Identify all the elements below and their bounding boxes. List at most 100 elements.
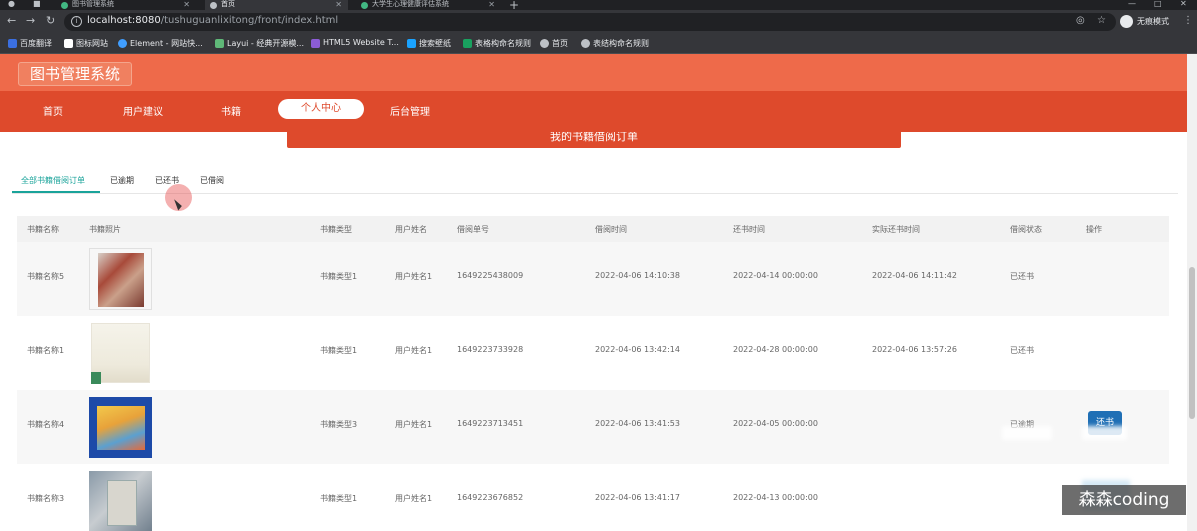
maximize-icon[interactable]: □ — [1154, 0, 1162, 8]
tab-all-orders[interactable]: 全部书籍借阅订单 — [21, 175, 85, 186]
globe-icon — [210, 2, 217, 9]
wallpaper-icon — [407, 39, 416, 48]
address-bar[interactable]: i localhost:8080/tushuguanlixitong/front… — [64, 13, 1116, 31]
cover-illustration — [97, 406, 145, 450]
nav-item-books[interactable]: 书籍 — [221, 103, 241, 118]
table-row[interactable]: 书籍名称3 书籍类型1 用户姓名1 1649223676852 2022-04-… — [17, 464, 1169, 531]
close-icon[interactable]: ✕ — [335, 0, 342, 9]
close-icon[interactable]: ✕ — [488, 0, 495, 9]
nav-item-admin[interactable]: 后台管理 — [390, 103, 430, 118]
url-host: localhost:8080 — [87, 15, 161, 26]
browser-tab-1[interactable]: 图书管理系统 ✕ — [56, 0, 196, 10]
table-row[interactable]: 书籍名称1 书籍类型1 用户姓名1 1649223733928 2022-04-… — [17, 316, 1169, 390]
column-header: 书籍类型 — [320, 225, 352, 234]
cell-borrow-time: 2022-04-06 13:42:14 — [595, 345, 680, 354]
cell-book-name: 书籍名称5 — [27, 272, 65, 281]
browser-tab-2-label: 首页 — [221, 0, 235, 8]
bookmark-label: 首页 — [552, 39, 568, 48]
main-nav: 首页 用户建议 书籍 个人中心 后台管理 — [0, 91, 1197, 132]
book-cover-image — [89, 396, 152, 458]
browser-tab-2[interactable]: 首页 ✕ — [205, 0, 348, 10]
vue-icon — [61, 2, 68, 9]
table-row[interactable]: 书籍名称5 书籍类型1 用户姓名1 1649225438009 2022-04-… — [17, 242, 1169, 316]
cell-user-name: 用户姓名1 — [395, 346, 433, 355]
table-header: 书籍名称 书籍照片 书籍类型 用户姓名 借阅单号 借阅时间 还书时间 实际还书时… — [17, 216, 1169, 242]
bookmark-item[interactable]: 图标网站 — [64, 38, 108, 49]
cell-borrow-time: 2022-04-06 13:41:53 — [595, 419, 680, 428]
new-tab-button[interactable]: + — [509, 0, 519, 10]
cell-user-name: 用户姓名1 — [395, 272, 433, 281]
html5-icon — [311, 39, 320, 48]
minimize-icon[interactable]: — — [1128, 0, 1136, 8]
bookmark-item[interactable]: 首页 — [540, 38, 568, 49]
blur-overlay — [1082, 426, 1127, 440]
cell-user-name: 用户姓名1 — [395, 494, 433, 503]
table-row[interactable]: 书籍名称4 书籍类型3 用户姓名1 1649223713451 2022-04-… — [17, 390, 1169, 464]
page-viewport: 图书管理系统 首页 用户建议 书籍 个人中心 后台管理 我的书籍借阅订单 全部书… — [0, 54, 1197, 531]
cell-due-time: 2022-04-05 00:00:00 — [733, 419, 818, 428]
cell-borrow-time: 2022-04-06 13:41:17 — [595, 493, 680, 502]
nav-item-personal-center[interactable]: 个人中心 — [278, 99, 364, 119]
site-logo[interactable]: 图书管理系统 — [18, 62, 133, 86]
sheet-icon — [463, 39, 472, 48]
nav-item-home[interactable]: 首页 — [43, 103, 63, 118]
bookmark-label: Layui - 经典开源模... — [227, 39, 304, 48]
tab-search-icon[interactable]: ■ — [33, 0, 41, 8]
bookmark-label: 表格构命名规则 — [475, 39, 531, 48]
page-scrollbar[interactable] — [1187, 54, 1197, 531]
browser-menu-icon[interactable]: ● — [8, 0, 15, 8]
section-title: 我的书籍借阅订单 — [550, 132, 638, 143]
bookmarks-bar: 百度翻译 图标网站 Element - 网站快... Layui - 经典开源模… — [0, 34, 1197, 54]
bookmark-item[interactable]: HTML5 Website T... — [311, 38, 399, 48]
bookmark-label: 图标网站 — [76, 39, 108, 48]
bookmark-item[interactable]: 百度翻译 — [8, 38, 52, 49]
close-icon[interactable]: ✕ — [183, 0, 190, 9]
bookmark-item[interactable]: 搜索壁纸 — [407, 38, 451, 49]
url-text[interactable]: localhost:8080/tushuguanlixitong/front/i… — [87, 15, 338, 26]
url-path: /tushuguanlixitong/front/index.html — [160, 15, 339, 26]
globe-icon — [540, 39, 549, 48]
tab-borrowed[interactable]: 已借阅 — [200, 175, 224, 186]
tab-overdue[interactable]: 已逾期 — [110, 175, 134, 186]
column-header: 书籍照片 — [89, 225, 121, 234]
cell-order-number: 1649223676852 — [457, 493, 524, 502]
cover-book — [107, 480, 137, 526]
layui-icon — [215, 39, 224, 48]
nav-item-suggestions[interactable]: 用户建议 — [123, 103, 163, 118]
forward-arrow-icon[interactable]: → — [26, 14, 35, 27]
column-header: 借阅时间 — [595, 225, 627, 234]
cell-due-time: 2022-04-14 00:00:00 — [733, 271, 818, 280]
star-icon[interactable]: ☆ — [1097, 15, 1106, 26]
browser-tab-3[interactable]: 大学生心理健康评估系统 ✕ — [356, 0, 501, 10]
cell-borrow-time: 2022-04-06 14:10:38 — [595, 271, 680, 280]
cover-accent — [91, 372, 101, 384]
book-cover-image — [89, 470, 152, 531]
bookmark-item[interactable]: 表结构命名规则 — [581, 38, 649, 49]
cell-book-name: 书籍名称3 — [27, 494, 65, 503]
blur-overlay — [1002, 484, 1057, 510]
bookmark-item[interactable]: 表格构命名规则 — [463, 38, 531, 49]
section-title-bar: 我的书籍借阅订单 — [287, 132, 901, 148]
column-header: 操作 — [1086, 225, 1102, 234]
back-arrow-icon[interactable]: ← — [7, 14, 16, 27]
eye-off-icon[interactable]: ◎ — [1076, 15, 1085, 26]
bookmark-label: Element - 网站快... — [130, 39, 203, 48]
info-icon[interactable]: i — [71, 16, 82, 27]
kebab-menu-icon[interactable]: ⋮ — [1183, 15, 1193, 26]
scrollbar-thumb[interactable] — [1189, 267, 1195, 419]
element-icon — [118, 39, 127, 48]
column-header: 用户姓名 — [395, 225, 427, 234]
browser-toolbar: ← → ↻ i localhost:8080/tushuguanlixitong… — [0, 10, 1197, 34]
bookmark-item[interactable]: Layui - 经典开源模... — [215, 38, 304, 49]
bookmark-label: 搜索壁纸 — [419, 39, 451, 48]
cover-art — [98, 253, 144, 307]
browser-tab-1-label: 图书管理系统 — [72, 0, 114, 8]
bookmark-item[interactable]: Element - 网站快... — [118, 38, 203, 49]
cell-order-number: 1649223713451 — [457, 419, 524, 428]
cell-book-type: 书籍类型1 — [320, 346, 358, 355]
flag-icon — [64, 39, 73, 48]
window-close-icon[interactable]: ✕ — [1180, 0, 1187, 8]
reload-icon[interactable]: ↻ — [46, 14, 55, 27]
incognito-icon — [1120, 15, 1133, 28]
book-cover-image — [89, 248, 152, 310]
